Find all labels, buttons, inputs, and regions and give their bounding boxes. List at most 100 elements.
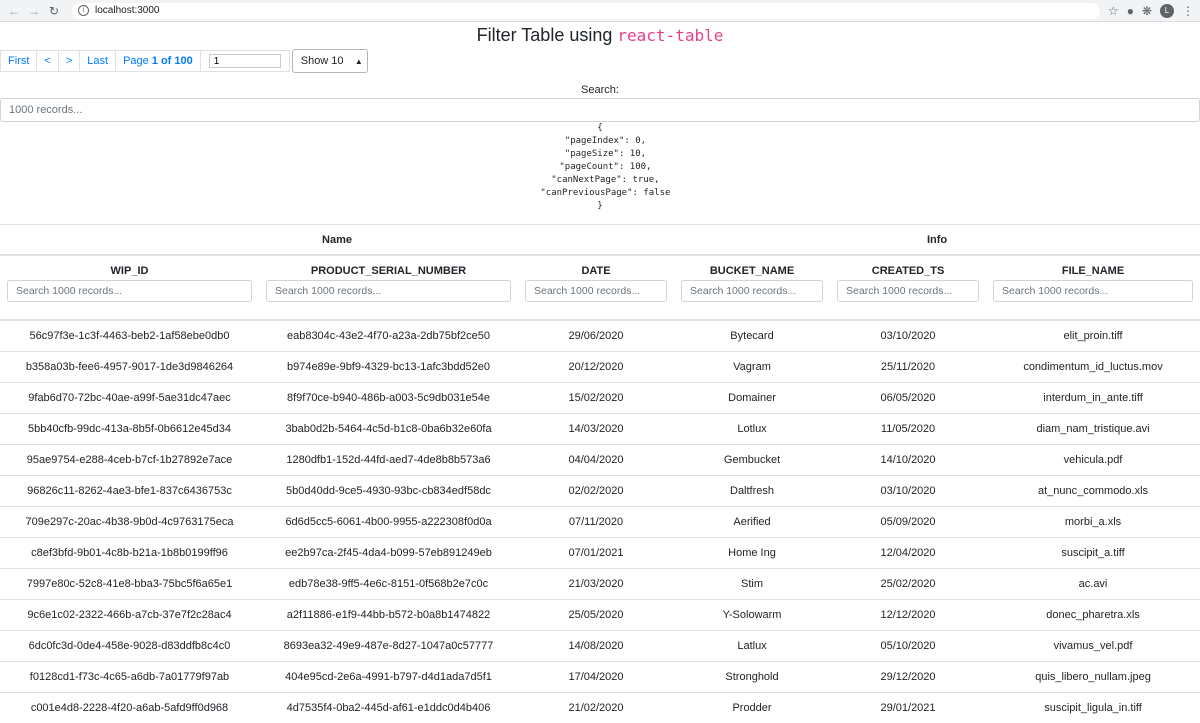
table-row: 95ae9754-e288-4ceb-b7cf-1b27892e7ace1280… bbox=[0, 445, 1200, 476]
table-cell: donec_pharetra.xls bbox=[986, 600, 1200, 631]
table-cell: 17/04/2020 bbox=[518, 662, 674, 693]
goto-page-input[interactable] bbox=[209, 54, 281, 68]
forward-icon[interactable]: → bbox=[26, 3, 42, 19]
table-cell: 21/02/2020 bbox=[518, 693, 674, 723]
table-cell: eab8304c-43e2-4f70-a23a-2db75bf2ce50 bbox=[259, 320, 518, 352]
table-cell: Daltfresh bbox=[674, 476, 830, 507]
table-cell: ac.avi bbox=[986, 569, 1200, 600]
column-filter-input[interactable]: Search 1000 records... bbox=[266, 280, 511, 302]
table-cell: edb78e38-9ff5-4e6c-8151-0f568b2e7c0c bbox=[259, 569, 518, 600]
column-header: PRODUCT_SERIAL_NUMBER Search 1000 records… bbox=[259, 255, 518, 320]
back-icon[interactable]: ← bbox=[6, 3, 22, 19]
last-page-button[interactable]: Last bbox=[79, 50, 115, 72]
global-search-input[interactable]: 1000 records... bbox=[0, 98, 1200, 122]
table-cell: 404e95cd-2e6a-4991-b797-d4d1ada7d5f1 bbox=[259, 662, 518, 693]
table-cell: 29/01/2021 bbox=[830, 693, 986, 723]
table-cell: b358a03b-fee6-4957-9017-1de3d9846264 bbox=[0, 352, 259, 383]
column-filter-input[interactable]: Search 1000 records... bbox=[525, 280, 667, 302]
address-bar[interactable]: i localhost:3000 bbox=[72, 3, 1100, 19]
table-cell: Vagram bbox=[674, 352, 830, 383]
table-cell: 03/10/2020 bbox=[830, 320, 986, 352]
column-header: BUCKET_NAME Search 1000 records... bbox=[674, 255, 830, 320]
column-filter-input[interactable]: Search 1000 records... bbox=[681, 280, 823, 302]
profile-avatar[interactable]: L bbox=[1160, 4, 1174, 18]
table-cell: 03/10/2020 bbox=[830, 476, 986, 507]
page-label: Page bbox=[123, 55, 149, 67]
table-row: 56c97f3e-1c3f-4463-beb2-1af58ebe0db0eab8… bbox=[0, 320, 1200, 352]
table-cell: vivamus_vel.pdf bbox=[986, 631, 1200, 662]
table-cell: 12/12/2020 bbox=[830, 600, 986, 631]
column-header: DATE Search 1000 records... bbox=[518, 255, 674, 320]
url-text: localhost:3000 bbox=[95, 5, 160, 16]
next-page-button[interactable]: > bbox=[58, 50, 79, 72]
table-cell: c8ef3bfd-9b01-4c8b-b21a-1b8b0199ff96 bbox=[0, 538, 259, 569]
pagination-state-json: { "pageIndex": 0, "pageSize": 10, "pageC… bbox=[0, 122, 1200, 213]
first-page-button[interactable]: First bbox=[0, 50, 36, 72]
column-title[interactable]: CREATED_TS bbox=[837, 265, 979, 277]
table-cell: ee2b97ca-2f45-4da4-b099-57eb891249eb bbox=[259, 538, 518, 569]
site-info-icon[interactable]: i bbox=[78, 5, 89, 16]
table-cell: f0128cd1-f73c-4c65-a6db-7a01779f97ab bbox=[0, 662, 259, 693]
table-cell: Stim bbox=[674, 569, 830, 600]
column-header: CREATED_TS Search 1000 records... bbox=[830, 255, 986, 320]
page-title: Filter Table using react-table bbox=[0, 22, 1200, 49]
table-cell: Lotlux bbox=[674, 414, 830, 445]
table-cell: 29/06/2020 bbox=[518, 320, 674, 352]
group-header-name: Name bbox=[0, 225, 674, 256]
table-cell: 7997e80c-52c8-41e8-bba3-75bc5f6a65e1 bbox=[0, 569, 259, 600]
table-row: f0128cd1-f73c-4c65-a6db-7a01779f97ab404e… bbox=[0, 662, 1200, 693]
table-cell: suscipit_ligula_in.tiff bbox=[986, 693, 1200, 723]
table-cell: 5b0d40dd-9ce5-4930-93bc-cb834edf58dc bbox=[259, 476, 518, 507]
extension-icon[interactable]: ● bbox=[1127, 4, 1134, 18]
table-cell: elit_proin.tiff bbox=[986, 320, 1200, 352]
table-cell: at_nunc_commodo.xls bbox=[986, 476, 1200, 507]
table-row: 5bb40cfb-99dc-413a-8b5f-0b6612e45d343bab… bbox=[0, 414, 1200, 445]
table-cell: 14/03/2020 bbox=[518, 414, 674, 445]
table-cell: 07/01/2021 bbox=[518, 538, 674, 569]
table-cell: 8f9f70ce-b940-486b-a003-5c9db031e54e bbox=[259, 383, 518, 414]
table-cell: 14/08/2020 bbox=[518, 631, 674, 662]
column-title[interactable]: PRODUCT_SERIAL_NUMBER bbox=[266, 265, 511, 277]
table-cell: quis_libero_nullam.jpeg bbox=[986, 662, 1200, 693]
page-value: 1 of 100 bbox=[152, 55, 193, 67]
column-filter-input[interactable]: Search 1000 records... bbox=[837, 280, 979, 302]
table-cell: 12/04/2020 bbox=[830, 538, 986, 569]
page-size-value: Show 10 bbox=[301, 55, 344, 67]
data-table: Name Info WIP_IDSearch 1000 records...PR… bbox=[0, 224, 1200, 723]
title-code: react-table bbox=[617, 26, 723, 45]
column-title[interactable]: DATE bbox=[525, 265, 667, 277]
table-cell: 709e297c-20ac-4b38-9b0d-4c9763175eca bbox=[0, 507, 259, 538]
page-size-select[interactable]: Show 10 ▲ bbox=[292, 49, 368, 73]
table-cell: 11/05/2020 bbox=[830, 414, 986, 445]
table-cell: 02/02/2020 bbox=[518, 476, 674, 507]
table-cell: 1280dfb1-152d-44fd-aed7-4de8b8b573a6 bbox=[259, 445, 518, 476]
header-group-row: Name Info bbox=[0, 225, 1200, 256]
column-filter-input[interactable]: Search 1000 records... bbox=[7, 280, 252, 302]
table-cell: vehicula.pdf bbox=[986, 445, 1200, 476]
column-title[interactable]: BUCKET_NAME bbox=[681, 265, 823, 277]
menu-kebab-icon[interactable]: ⋮ bbox=[1182, 4, 1194, 18]
table-cell: 20/12/2020 bbox=[518, 352, 674, 383]
reload-icon[interactable]: ↻ bbox=[46, 3, 62, 19]
column-header: FILE_NAME Search 1000 records... bbox=[986, 255, 1200, 320]
table-row: 7997e80c-52c8-41e8-bba3-75bc5f6a65e1edb7… bbox=[0, 569, 1200, 600]
goto-page-wrapper bbox=[201, 50, 290, 72]
column-filter-input[interactable]: Search 1000 records... bbox=[993, 280, 1193, 302]
prev-page-button[interactable]: < bbox=[36, 50, 57, 72]
bookmark-star-icon[interactable]: ☆ bbox=[1108, 4, 1119, 18]
table-cell: Gembucket bbox=[674, 445, 830, 476]
pagination-bar: First < > Last Page 1 of 100 Show 10 ▲ bbox=[0, 49, 368, 73]
table-cell: 25/02/2020 bbox=[830, 569, 986, 600]
table-row: b358a03b-fee6-4957-9017-1de3d9846264b974… bbox=[0, 352, 1200, 383]
table-cell: diam_nam_tristique.avi bbox=[986, 414, 1200, 445]
table-cell: 05/10/2020 bbox=[830, 631, 986, 662]
table-cell: suscipit_a.tiff bbox=[986, 538, 1200, 569]
table-cell: 8693ea32-49e9-487e-8d27-1047a0c57777 bbox=[259, 631, 518, 662]
puzzle-extensions-icon[interactable]: ❋ bbox=[1142, 4, 1152, 18]
table-cell: Aerified bbox=[674, 507, 830, 538]
column-title[interactable]: FILE_NAME bbox=[993, 265, 1193, 277]
column-header-row: WIP_IDSearch 1000 records...PRODUCT_SERI… bbox=[0, 255, 1200, 320]
column-title[interactable]: WIP_ID bbox=[7, 265, 252, 277]
table-cell: interdum_in_ante.tiff bbox=[986, 383, 1200, 414]
table-row: c8ef3bfd-9b01-4c8b-b21a-1b8b0199ff96ee2b… bbox=[0, 538, 1200, 569]
